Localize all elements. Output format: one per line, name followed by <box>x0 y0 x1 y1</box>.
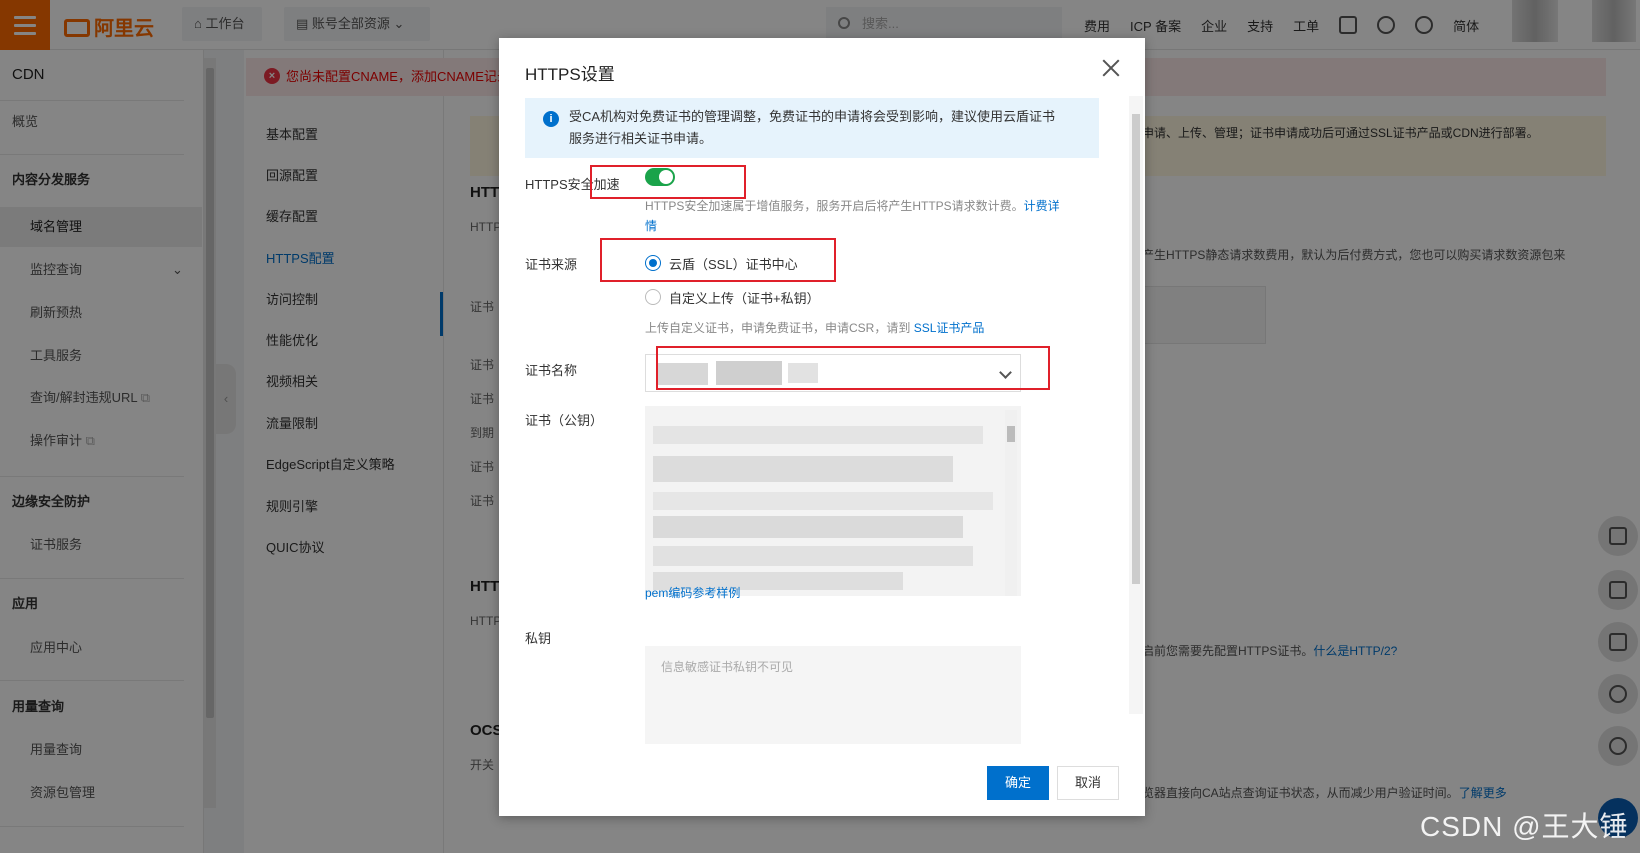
https-accel-help: HTTPS安全加速属于增值服务，服务开启后将产生HTTPS请求数计费。计费详情 <box>645 199 1060 233</box>
cert-textarea-scrollbar-thumb[interactable] <box>1007 426 1015 442</box>
dialog-scrollbar-thumb[interactable] <box>1132 114 1140 584</box>
info-icon: i <box>543 111 559 127</box>
https-settings-dialog: HTTPS设置 受CA机构对免费证书的管理调整，免费证书的申请将会受到影响，建议… <box>499 38 1145 816</box>
close-icon[interactable] <box>1099 56 1123 80</box>
cert-name-label: 证书名称 <box>525 363 578 378</box>
cert-source-option-custom[interactable]: 自定义上传（证书+私钥） <box>669 288 820 307</box>
dialog-title: HTTPS设置 <box>525 65 615 84</box>
annotation-box <box>600 238 836 282</box>
cert-source-help: 上传自定义证书，申请免费证书，申请CSR，请到 SSL证书产品 <box>645 321 985 335</box>
private-key-textarea[interactable]: 信息敏感证书私钥不可见 <box>645 646 1021 744</box>
redacted-line <box>653 516 963 538</box>
redacted-line <box>653 456 953 482</box>
ca-notice-banner: 受CA机构对免费证书的管理调整，免费证书的申请将会受到影响，建议使用云盾证书服务… <box>525 98 1099 158</box>
confirm-button[interactable]: 确定 <box>987 766 1049 800</box>
cancel-button[interactable]: 取消 <box>1057 766 1119 800</box>
pem-example-link[interactable]: pem编码参考样例 <box>645 586 740 600</box>
redacted-line <box>653 546 973 566</box>
ssl-product-link[interactable]: SSL证书产品 <box>914 321 985 335</box>
cert-public-key-label: 证书（公钥） <box>525 413 604 428</box>
annotation-box <box>656 346 1050 390</box>
pem-example-row: pem编码参考样例 <box>645 584 740 601</box>
redacted-line <box>653 426 983 444</box>
csdn-watermark: CSDN @王大锤 <box>1420 811 1629 842</box>
redacted-line <box>653 492 993 510</box>
cert-public-key-textarea[interactable] <box>645 406 1021 596</box>
cert-source-label: 证书来源 <box>525 257 578 272</box>
cert-source-radio-custom[interactable] <box>645 289 661 305</box>
annotation-box <box>590 165 746 199</box>
private-key-label: 私钥 <box>525 631 552 646</box>
